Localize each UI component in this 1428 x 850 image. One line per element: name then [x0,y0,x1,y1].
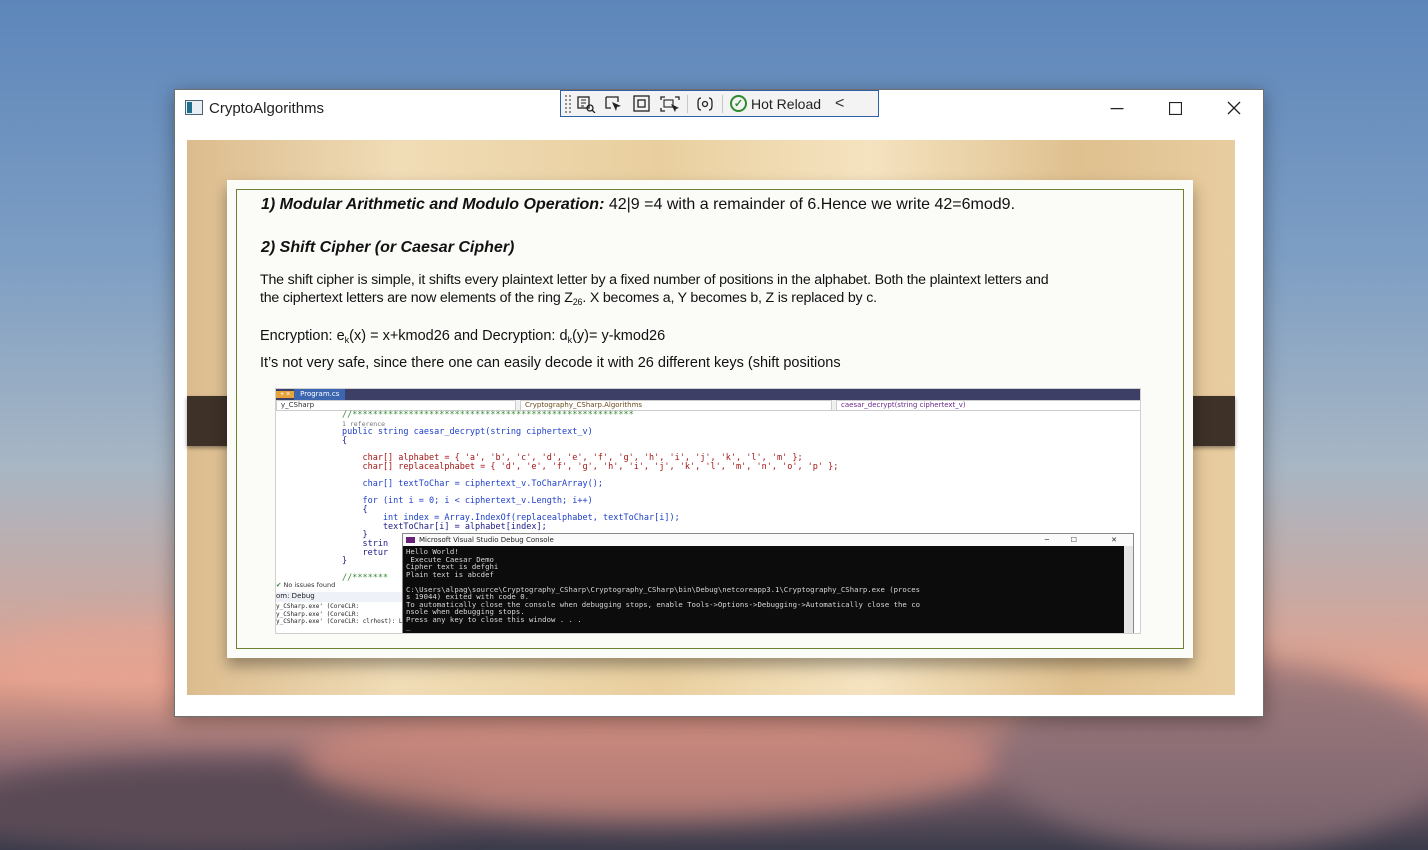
toolbar-separator [722,94,723,113]
slide-paper: 1) Modular Arithmetic and Modulo Operati… [227,180,1193,658]
close-button[interactable] [1205,90,1263,126]
console-line: Execute Caesar Demo [406,554,494,564]
hot-reload-label: Hot Reload [751,95,822,112]
nav-member: caesar_decrypt(string ciphertext_v) [836,400,1140,411]
output-line: y_CSharp.exe' (CoreCLR: clrhost): Loaded… [276,618,850,625]
status-strip: ✔ No issues found [276,581,406,590]
status-text: No issues found [283,581,336,589]
desc-line-2-a: the ciphertext letters are now elements … [260,290,573,306]
output-pane: y_CSharp.exe' (CoreCLR: y_CSharp.exe' (Co… [276,603,850,626]
output-header: om: Debug [276,592,402,602]
section-1-line: 1) Modular Arithmetic and Modulo Operati… [261,196,1015,214]
hot-reload-button[interactable]: ✓ Hot Reload [730,95,821,112]
shift-cipher-desc-line-1: The shift cipher is simple, it shifts ev… [260,272,1049,288]
slide-image: 1) Modular Arithmetic and Modulo Operati… [187,140,1235,695]
code-screenshot: + × Program.cs y_CSharp Cryptography_CSh… [275,388,1141,634]
console-line: Plain text is abcdef [406,569,494,579]
enc-part-a: Encryption: e [260,328,345,344]
app-window: CryptoAlgorithms ✓ Hot Reload < ─ 1) Mod… [174,89,1264,717]
console-output: Hello World! Execute Caesar Demo Cipher t… [403,546,1133,633]
vs-console-icon [406,537,415,543]
console-line: Hello World! [406,547,459,556]
maximize-button[interactable] [1146,90,1204,126]
debug-console: Microsoft Visual Studio Debug Console ─ … [402,533,1134,633]
status-check-icon: ✔ [276,581,282,589]
console-line: Press any key to close this window . . . [406,614,582,624]
console-maximize-icon: ☐ [1070,536,1077,544]
ring-subscript: 26 [572,297,583,307]
section-1-heading: 1) Modular Arithmetic and Modulo Operati… [261,196,605,213]
toolbar-grip[interactable] [564,94,572,113]
safety-note: It’s not very safe, since there one can … [260,355,841,371]
console-minimize-icon: ─ [1044,536,1049,544]
vs-tab-pin: + × [276,391,295,398]
console-scrollbar [1124,546,1133,633]
toolbar-separator [687,94,688,113]
console-line: _ [406,622,411,631]
output-line: y_CSharp.exe' (CoreCLR: [276,610,360,618]
minimize-button[interactable]: ─ [1088,90,1146,126]
desc-line-2-b: . X becomes a, Y becomes b, Z is replace… [582,290,877,306]
code-line: char[] textToChar = ciphertext_v.ToCharA… [342,478,603,489]
sky-cloud [300,700,1000,820]
app-icon [185,100,203,115]
go-to-live-visual-tree-icon[interactable] [572,92,600,116]
vs-tab-program: Program.cs [294,389,346,400]
track-focused-element-icon[interactable] [656,92,684,116]
vs-tab-bar: + × Program.cs [276,389,1140,400]
output-line: y_CSharp.exe' (CoreCLR: [276,603,360,610]
code-line: textToChar[i] = alphabet[index]; [342,521,547,532]
enc-part-b: (x) = x+kmod26 and Decryption: d [349,328,568,344]
window-title: CryptoAlgorithms [209,100,325,117]
collapse-toolbar-icon[interactable]: < [835,95,844,113]
shift-cipher-desc-line-2: the ciphertext letters are now elements … [260,290,877,307]
code-line: for (int i = 0; i < ciphertext_v.Length;… [342,496,593,506]
close-icon [1227,101,1241,115]
section-2-heading: 2) Shift Cipher (or Caesar Cipher) [261,239,515,256]
select-element-icon[interactable] [600,92,628,116]
code-line: char[] replacealphabet = { 'd', 'e', 'f'… [342,461,839,472]
enc-part-c: (y)= y-kmod26 [572,328,666,344]
console-title-bar: Microsoft Visual Studio Debug Console ─ … [403,534,1133,546]
binding-failures-icon[interactable] [691,92,719,116]
console-close-icon: ✕ [1111,536,1117,544]
code-line: public string caesar_decrypt(string ciph… [342,427,593,438]
code-line: { [342,435,348,446]
encryption-formula: Encryption: ek(x) = x+kmod26 and Decrypt… [260,328,665,345]
check-circle-icon: ✓ [730,95,747,112]
code-line: } [342,556,348,567]
console-line: Cipher text is defghi [406,562,499,571]
code-line: retur [342,547,389,558]
code-line: //**************************************… [342,410,634,420]
display-layout-adorners-icon[interactable] [628,92,656,116]
section-1-body: 42|9 =4 with a remainder of 6.Hence we w… [604,196,1016,213]
maximize-icon [1168,101,1182,115]
xaml-debug-toolbar: ✓ Hot Reload < [560,90,879,117]
title-bar[interactable]: CryptoAlgorithms ✓ Hot Reload < ─ [175,90,1263,126]
console-title: Microsoft Visual Studio Debug Console [419,536,554,544]
